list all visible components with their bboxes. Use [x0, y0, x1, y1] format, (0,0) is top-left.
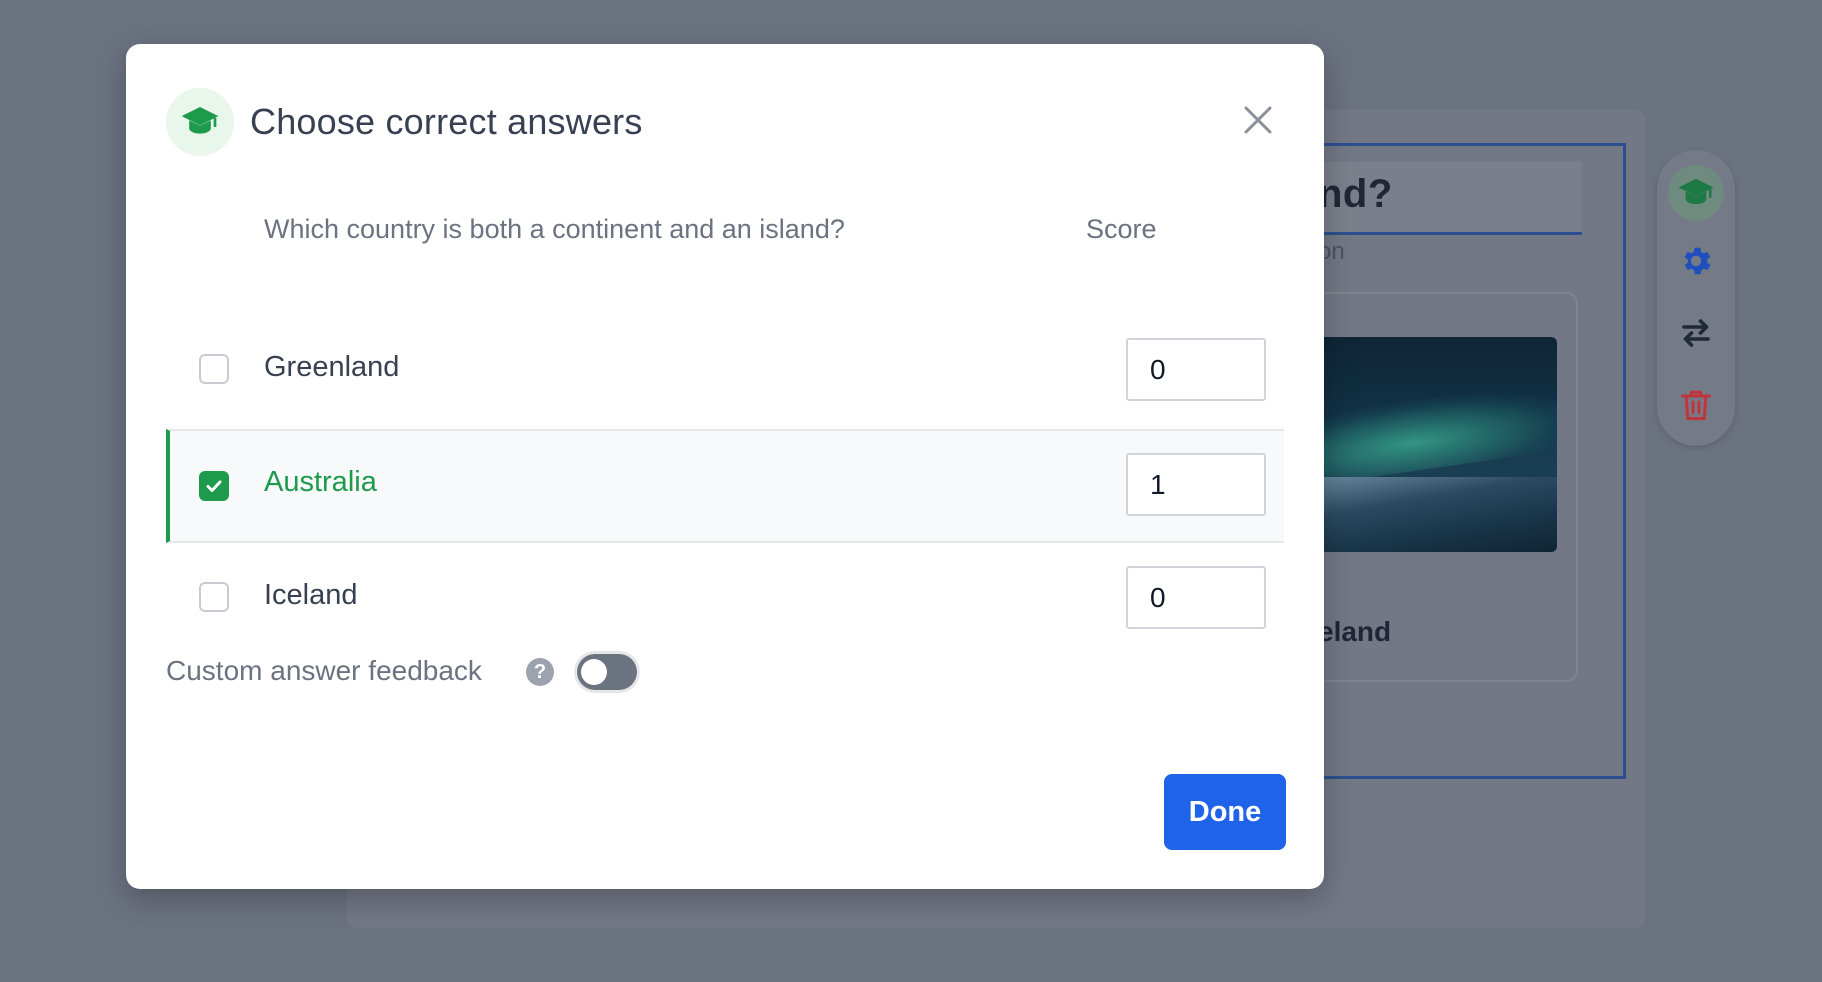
close-icon	[1244, 106, 1272, 134]
answer-checkbox[interactable]	[199, 582, 229, 612]
answer-label: Australia	[264, 466, 377, 498]
custom-feedback-toggle[interactable]	[577, 654, 637, 690]
dialog-icon-badge	[166, 88, 234, 156]
graduation-cap-icon	[1678, 178, 1714, 205]
done-button[interactable]: Done	[1164, 774, 1286, 850]
score-column-header: Score	[1086, 214, 1157, 244]
question-text: Which country is both a continent and an…	[264, 214, 845, 244]
swap-icon	[1682, 319, 1710, 347]
graduation-cap-icon	[181, 107, 219, 134]
answer-checkbox[interactable]	[199, 354, 229, 384]
gear-icon	[1684, 247, 1711, 275]
toggle-knob	[581, 659, 607, 685]
score-input[interactable]	[1126, 338, 1266, 401]
answer-row: Iceland	[166, 542, 1324, 656]
score-input[interactable]	[1126, 453, 1266, 516]
answer-checkbox[interactable]	[199, 471, 229, 501]
toolbar-delete-button[interactable]	[1668, 377, 1724, 433]
answer-image	[1310, 337, 1557, 552]
question-title-fragment: nd?	[1318, 172, 1393, 216]
dialog-title: Choose correct answers	[250, 101, 643, 142]
answer-row: Greenland	[166, 314, 1324, 428]
choose-answers-dialog: Choose correct answers Which country is …	[126, 44, 1324, 889]
answer-row-selected: Australia	[166, 429, 1284, 543]
help-icon[interactable]: ?	[526, 658, 554, 686]
toolbar-settings-button[interactable]	[1668, 233, 1724, 289]
check-icon	[206, 480, 222, 492]
answer-label: Greenland	[264, 351, 400, 383]
toolbar-swap-button[interactable]	[1668, 305, 1724, 361]
trash-icon	[1681, 390, 1711, 420]
answer-label: Iceland	[264, 579, 358, 611]
close-button[interactable]	[1238, 100, 1278, 140]
custom-feedback-label: Custom answer feedback	[166, 655, 482, 686]
score-input[interactable]	[1126, 566, 1266, 629]
answer-card-label: eland	[1318, 616, 1392, 647]
toolbar-grading-button[interactable]	[1668, 165, 1724, 221]
